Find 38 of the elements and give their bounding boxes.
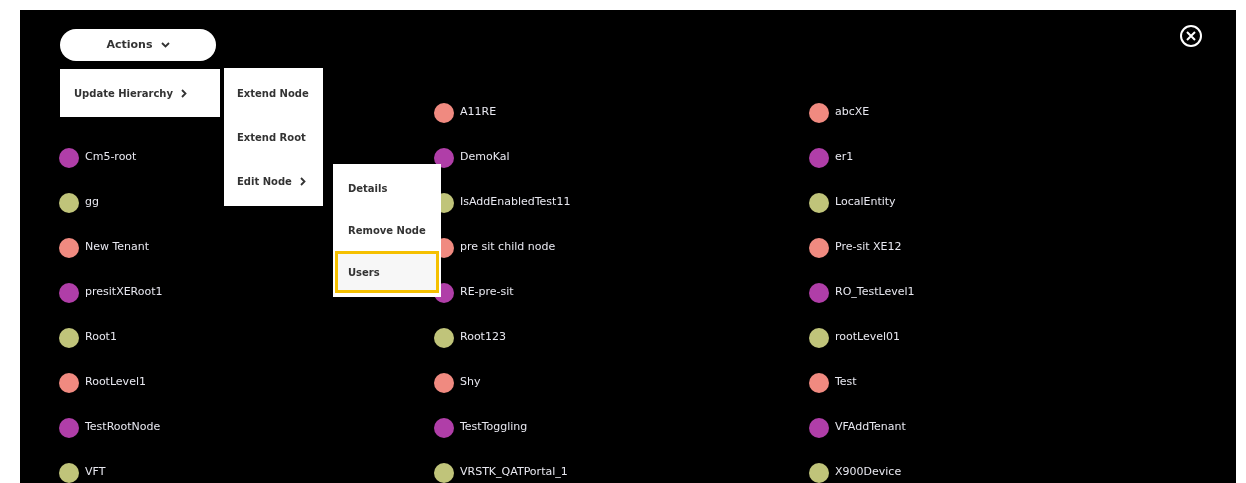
node-label[interactable]: VFT bbox=[85, 464, 106, 481]
node-label[interactable]: X900Device bbox=[835, 464, 902, 481]
chevron-right-icon bbox=[181, 88, 187, 98]
node-label[interactable]: DemoKal bbox=[460, 149, 510, 166]
node-label[interactable]: RootLevel1 bbox=[85, 374, 146, 391]
menu-item[interactable]: Extend Root bbox=[224, 115, 323, 159]
node-label[interactable]: TestToggling bbox=[460, 419, 528, 436]
node-label[interactable]: LocalEntity bbox=[835, 194, 896, 211]
menu-item[interactable]: Edit Node bbox=[224, 159, 323, 203]
menu-item[interactable]: Users bbox=[335, 251, 439, 293]
node-label[interactable]: IsAddEnabledTest11 bbox=[460, 194, 571, 211]
node-label[interactable]: Root123 bbox=[460, 329, 506, 346]
node-label[interactable]: rootLevel01 bbox=[835, 329, 901, 346]
node-label[interactable]: RE-pre-sit bbox=[460, 284, 514, 301]
node-label[interactable]: A11RE bbox=[460, 104, 497, 121]
node-label[interactable]: abcXE bbox=[835, 104, 870, 121]
node-label[interactable]: Pre-sit XE12 bbox=[835, 239, 902, 256]
node-label[interactable]: RO_TestLevel1 bbox=[835, 284, 915, 301]
node-label[interactable]: New Tenant bbox=[85, 239, 150, 256]
node-label[interactable]: er1 bbox=[835, 149, 854, 166]
menu-item[interactable]: Remove Node bbox=[335, 209, 439, 251]
node-label[interactable]: gg bbox=[85, 194, 99, 211]
node-label[interactable]: VRSTK_QATPortal_1 bbox=[460, 464, 568, 481]
menu-item[interactable]: Details bbox=[335, 167, 439, 209]
close-icon[interactable] bbox=[1179, 24, 1203, 48]
node-label[interactable]: Root1 bbox=[85, 329, 117, 346]
node-label[interactable]: Shy bbox=[460, 374, 481, 391]
node-label[interactable]: pre sit child node bbox=[460, 239, 556, 256]
menu-item[interactable]: Extend Node bbox=[224, 71, 323, 115]
menu-item[interactable]: Update Hierarchy bbox=[60, 73, 220, 113]
node-label[interactable]: Cm5-root bbox=[85, 149, 137, 166]
node-label[interactable]: Test bbox=[835, 374, 857, 391]
node-label[interactable]: VFAddTenant bbox=[835, 419, 906, 436]
node-label[interactable]: TestRootNode bbox=[85, 419, 161, 436]
chevron-down-icon bbox=[160, 42, 170, 48]
actions-button[interactable]: Actions bbox=[60, 29, 216, 61]
chevron-right-icon bbox=[299, 176, 306, 186]
node-label[interactable]: presitXERoot1 bbox=[85, 284, 163, 301]
